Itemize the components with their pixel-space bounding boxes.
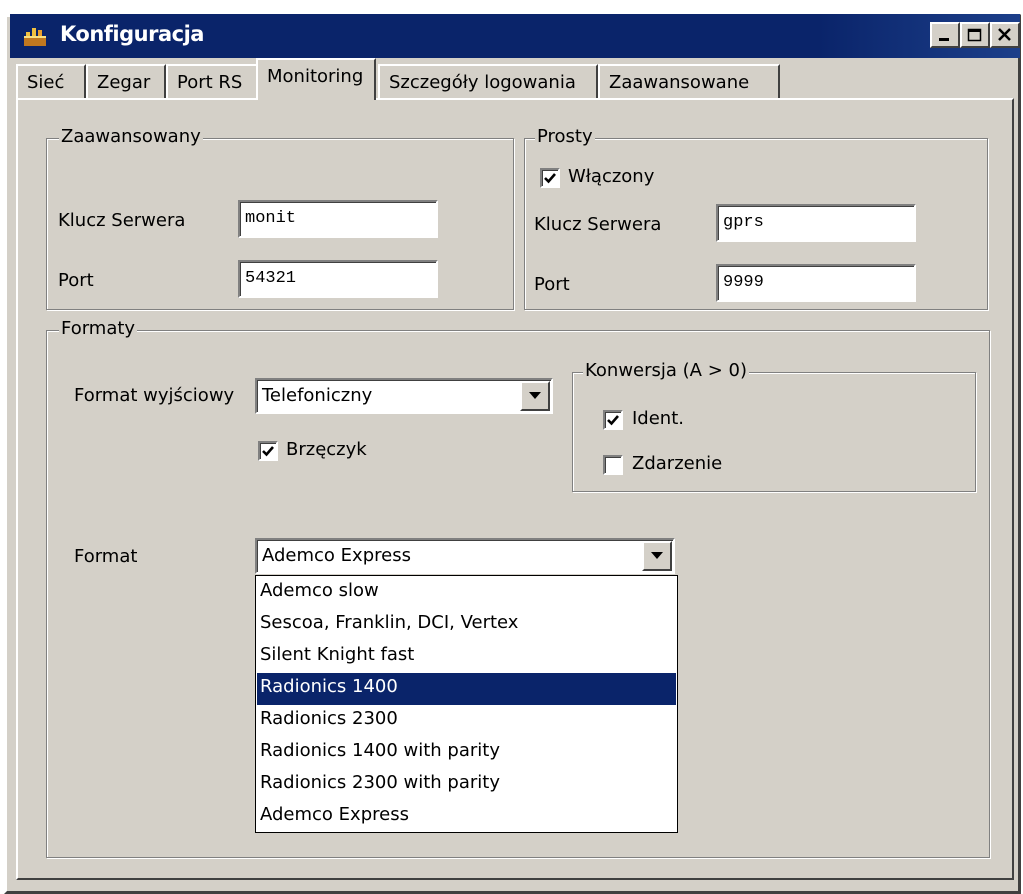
conversion-group-title: Konwersja (A > 0)	[583, 360, 749, 381]
simple-enabled-checkbox[interactable]	[540, 168, 560, 188]
tab-siec[interactable]: Sieć	[16, 64, 86, 100]
advanced-port-input[interactable]: 54321	[238, 260, 438, 298]
close-button[interactable]	[990, 22, 1020, 48]
output-format-select[interactable]: Telefoniczny	[255, 378, 553, 414]
checkmark-icon	[544, 173, 556, 184]
format-value: Ademco Express	[262, 545, 411, 566]
conversion-group: Konwersja (A > 0)	[572, 360, 976, 492]
list-item[interactable]: Sescoa, Franklin, DCI, Vertex	[257, 609, 676, 641]
tab-zaawansowane[interactable]: Zaawansowane	[598, 64, 780, 100]
output-format-label: Format wyjściowy	[74, 385, 235, 406]
simple-group-title: Prosty	[535, 126, 595, 147]
list-item[interactable]: Ademco Express	[257, 801, 676, 833]
minimize-icon	[939, 38, 949, 41]
output-format-value: Telefoniczny	[262, 385, 373, 406]
minimize-button[interactable]	[930, 22, 960, 48]
buzzer-label: Brzęczyk	[286, 439, 367, 460]
simple-enabled-label: Włączony	[568, 166, 655, 187]
app-icon	[24, 28, 46, 46]
chevron-down-icon	[529, 392, 541, 399]
tab-zegar[interactable]: Zegar	[86, 64, 166, 100]
format-dropdown-button[interactable]	[642, 541, 672, 571]
format-dropdown-list[interactable]: Ademco slow Sescoa, Franklin, DCI, Verte…	[255, 575, 678, 833]
list-item[interactable]: Ademco slow	[257, 577, 676, 609]
simple-port-input[interactable]: 9999	[716, 264, 916, 302]
tab-szczegoly-logowania[interactable]: Szczegóły logowania	[378, 64, 598, 100]
tab-monitoring[interactable]: Monitoring	[256, 58, 376, 100]
output-format-dropdown-button[interactable]	[520, 381, 550, 411]
list-item[interactable]: Radionics 2300 with parity	[257, 769, 676, 801]
advanced-server-key-label: Klucz Serwera	[58, 210, 186, 231]
ident-label: Ident.	[632, 408, 684, 429]
close-icon	[998, 28, 1011, 41]
list-item[interactable]: Radionics 2300	[257, 705, 676, 737]
list-item[interactable]: Radionics 1400 with parity	[257, 737, 676, 769]
simple-server-key-input[interactable]: gprs	[716, 204, 916, 242]
format-select[interactable]: Ademco Express	[255, 538, 675, 574]
formats-group-title: Formaty	[59, 318, 138, 339]
event-checkbox[interactable]	[603, 455, 623, 475]
checkmark-icon	[607, 415, 619, 426]
advanced-group-title: Zaawansowany	[59, 126, 203, 147]
maximize-button[interactable]	[960, 22, 990, 48]
buzzer-checkbox[interactable]	[258, 441, 278, 461]
event-label: Zdarzenie	[632, 453, 723, 474]
list-item-selected[interactable]: Radionics 1400	[257, 673, 676, 705]
list-item[interactable]: Silent Knight fast	[257, 641, 676, 673]
advanced-port-label: Port	[58, 270, 94, 291]
checkmark-icon	[262, 446, 274, 457]
maximize-icon	[967, 28, 982, 42]
title-bar[interactable]: Konfiguracja	[10, 14, 1020, 58]
window-title: Konfiguracja	[60, 22, 204, 46]
tab-port-rs[interactable]: Port RS	[166, 64, 258, 100]
advanced-server-key-input[interactable]: monit	[238, 200, 438, 238]
simple-port-label: Port	[534, 274, 570, 295]
chevron-down-icon	[651, 552, 663, 559]
simple-server-key-label: Klucz Serwera	[534, 214, 662, 235]
format-label: Format	[74, 546, 138, 567]
ident-checkbox[interactable]	[603, 410, 623, 430]
